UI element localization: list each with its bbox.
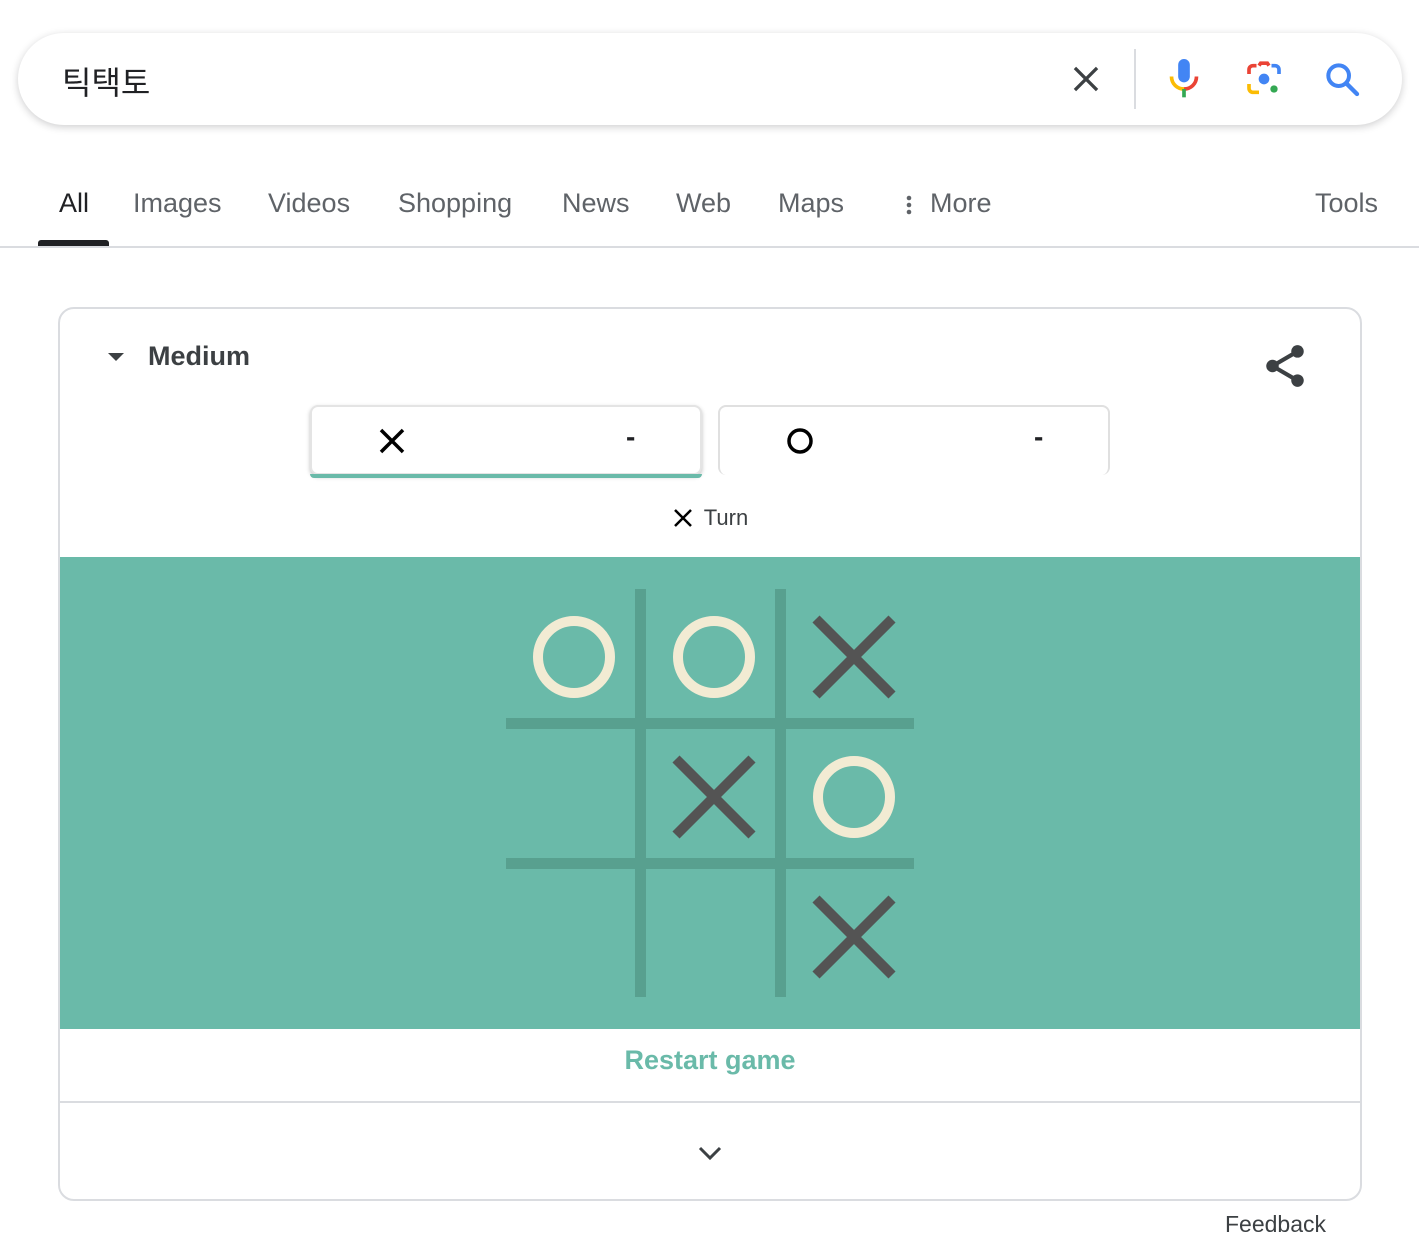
x-mark: [812, 615, 896, 699]
board-cell[interactable]: [786, 869, 922, 1005]
player-x-score[interactable]: -: [310, 405, 702, 478]
tab-images[interactable]: Images: [133, 188, 222, 219]
search-divider: [1134, 49, 1136, 109]
difficulty-label: Medium: [148, 341, 251, 371]
share-icon[interactable]: [1260, 341, 1310, 391]
x-mark-icon: [673, 509, 692, 527]
tab-shopping[interactable]: Shopping: [398, 188, 512, 219]
tools-button[interactable]: Tools: [1315, 188, 1378, 219]
x-mark: [812, 895, 896, 979]
player-x-score-value: -: [626, 421, 636, 452]
o-mark: [813, 756, 895, 838]
x-mark: [672, 755, 756, 839]
caret-down-icon: [108, 352, 124, 361]
card-divider: [60, 1101, 1360, 1103]
search-bar: 틱택토: [18, 33, 1402, 125]
board-cell[interactable]: [506, 589, 642, 725]
board-cell[interactable]: [646, 589, 782, 725]
o-mark-icon: [787, 428, 813, 454]
tic-tac-toe-card: Medium - - Turn Restart game: [58, 307, 1362, 1201]
tab-web[interactable]: Web: [676, 188, 731, 219]
board-cell[interactable]: [646, 869, 782, 1005]
board-cell[interactable]: [786, 589, 922, 725]
mic-icon[interactable]: [1160, 55, 1208, 103]
turn-indicator: Turn: [60, 505, 1360, 535]
player-o-score-value: -: [1034, 421, 1044, 452]
x-mark-icon: [379, 428, 405, 454]
player-o-score[interactable]: -: [718, 405, 1110, 475]
tab-maps[interactable]: Maps: [778, 188, 844, 219]
board-cell[interactable]: [506, 869, 642, 1005]
tab-news[interactable]: News: [562, 188, 630, 219]
search-icon[interactable]: [1318, 55, 1366, 103]
close-icon[interactable]: [1062, 55, 1110, 103]
board-cell[interactable]: [786, 729, 922, 865]
search-tabs: All Images Videos Shopping News Web Maps…: [0, 180, 1419, 248]
search-input[interactable]: 틱택토: [62, 58, 150, 104]
tab-all[interactable]: All: [59, 188, 89, 219]
board-cell[interactable]: [506, 729, 642, 865]
o-mark: [673, 616, 755, 698]
active-tab-indicator: [38, 240, 109, 246]
turn-label: Turn: [703, 505, 749, 530]
restart-game-button[interactable]: Restart game: [60, 1045, 1360, 1076]
difficulty-dropdown[interactable]: Medium: [106, 341, 250, 372]
feedback-link[interactable]: Feedback: [1225, 1211, 1326, 1238]
vertical-dots-icon: [906, 195, 912, 215]
tab-more[interactable]: More: [930, 188, 992, 219]
lens-icon[interactable]: [1240, 55, 1288, 103]
o-mark: [533, 616, 615, 698]
game-board: [506, 589, 914, 997]
tab-videos[interactable]: Videos: [268, 188, 350, 219]
board-cell[interactable]: [646, 729, 782, 865]
chevron-down-icon[interactable]: [694, 1137, 726, 1169]
game-board-area: [60, 557, 1360, 1029]
